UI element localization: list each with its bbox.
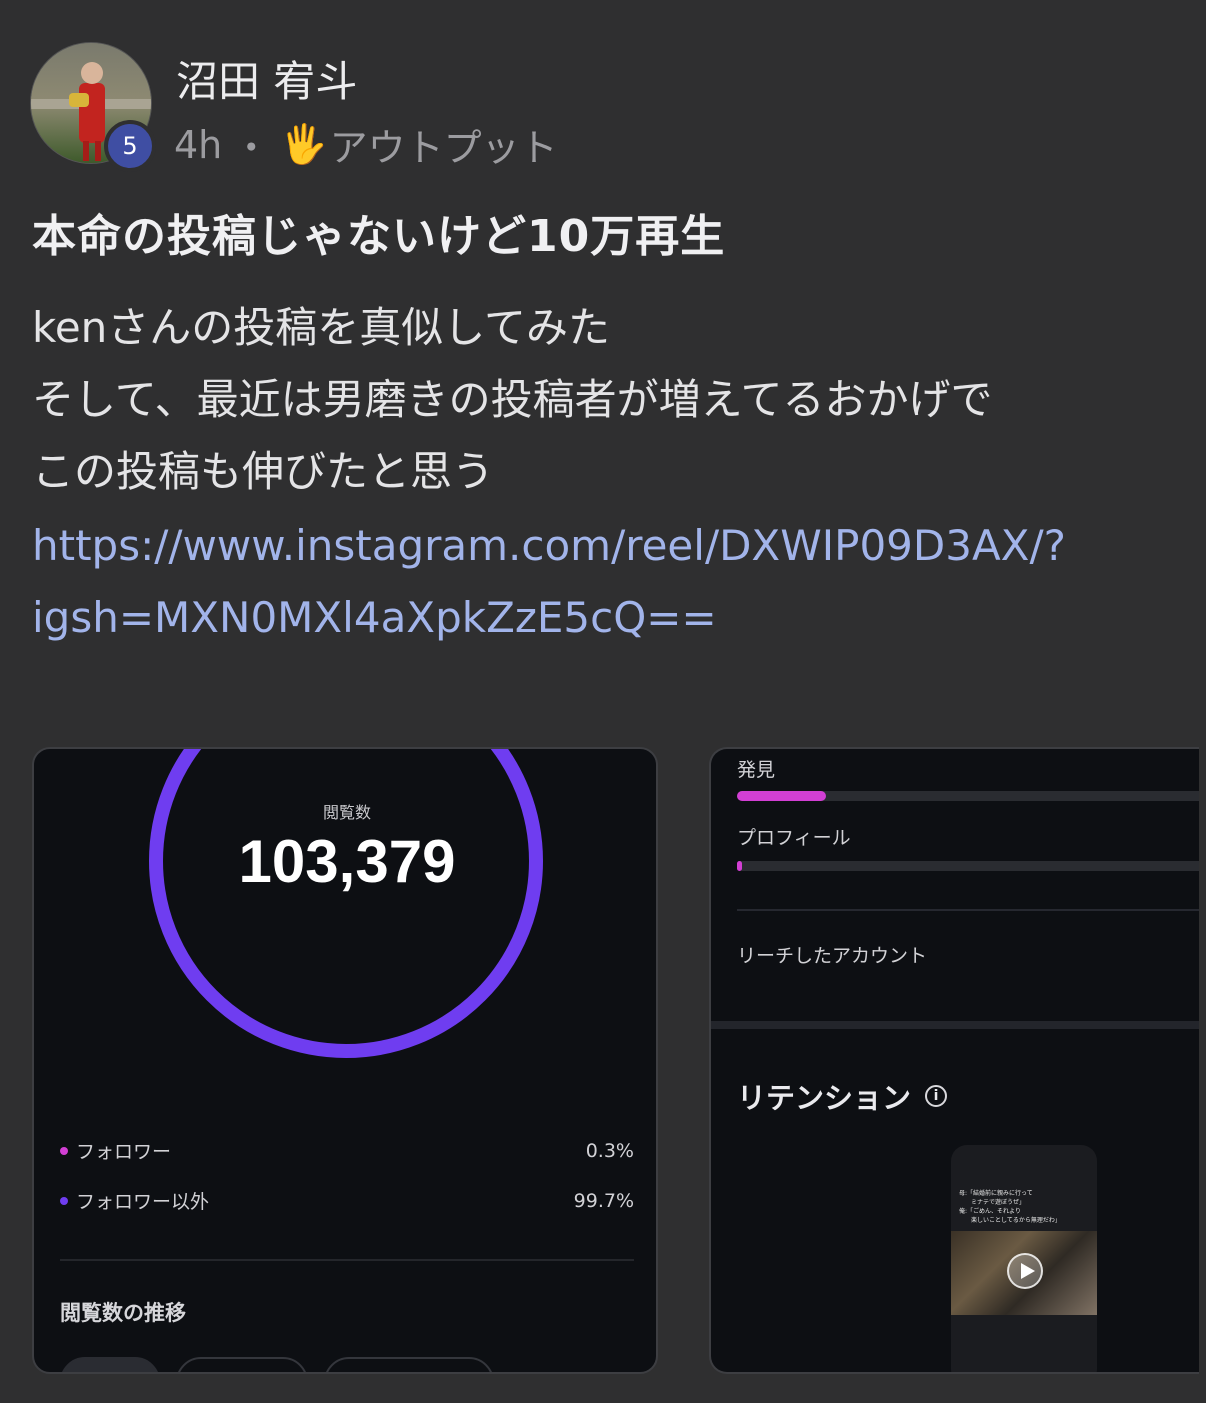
legend-label: フォロワー [76,1141,172,1163]
followers-bullet [60,1146,68,1155]
post-body: kenさんの投稿を真似してみた そして、最近は男磨きの投稿者が増えてるおかげで … [32,292,993,508]
range-pill[interactable] [176,1357,308,1372]
divider [60,1259,634,1261]
link-line: igsh=MXN0MXl4aXpkZzE5cQ== [32,593,717,642]
non-followers-bullet [60,1196,68,1205]
divider [737,909,1199,911]
discover-bar [737,791,1199,801]
discover-bar-fill [737,791,827,801]
post-time: 4h [174,122,223,167]
profile-label: プロフィール [737,827,851,849]
profile-bar-fill [737,861,742,871]
legend-value: 0.3% [585,1139,634,1162]
views-label: 閲覧数 [322,803,371,822]
reached-accounts-label: リーチしたアカウント [737,945,928,967]
legend-non-followers: フォロワー以外 99.7% [60,1187,634,1214]
insights-image[interactable]: 閲覧数 103,379 フォロワー 0.3% フォロワー以外 99.7% 閲覧数… [32,747,658,1374]
profile-bar [737,861,1199,871]
trend-title: 閲覧数の推移 [60,1301,186,1325]
thumbnail-video [951,1231,1097,1315]
discover-label: 発見 [737,759,776,781]
reach-image[interactable]: 発見 プロフィール リーチしたアカウント リテンション i 母:「結婚前に親みに… [709,747,1199,1374]
range-pill[interactable] [324,1357,494,1372]
views-value: 103,379 [238,828,456,895]
post-title: 本命の投稿じゃないけど10万再生 [32,211,726,262]
play-icon[interactable] [1007,1253,1043,1289]
range-pill[interactable] [60,1357,160,1372]
post-category[interactable]: アウトプット [330,117,558,172]
caption-line: 母:「結婚前に親みに行って [959,1190,1033,1197]
legend-value: 99.7% [573,1189,634,1212]
body-line: kenさんの投稿を真似してみた [32,303,611,352]
level-badge: 5 [104,120,156,172]
author-name[interactable]: 沼田 宥斗 [176,48,357,109]
post-card: 5 沼田 宥斗 4h ・ 🖐 アウトプット 本命の投稿じゃないけど10万再生 k… [0,0,1206,1403]
instagram-link[interactable]: https://www.instagram.com/reel/DXWIP09D3… [32,510,1066,654]
legend-label: フォロワー以外 [76,1191,210,1213]
body-line: この投稿も伸びたと思う [32,447,495,496]
meta-separator: ・ [232,126,271,170]
post-meta: 4h ・ 🖐 アウトプット [174,117,558,172]
retention-title: リテンション i [737,1075,948,1117]
caption-line: 楽しいことしてるから無理だわ」 [959,1217,1061,1224]
caption-line: 俺:「ごめん、それより [959,1208,1021,1215]
reel-thumbnail[interactable]: 母:「結婚前に親みに行って ミナテで遊ぼうぜ」 俺:「ごめん、それより 楽しいこ… [951,1145,1097,1372]
link-line: https://www.instagram.com/reel/DXWIP09D3… [32,521,1066,570]
hand-wave-icon: 🖐 [280,122,328,166]
section-divider [711,1021,1199,1029]
info-icon[interactable]: i [925,1085,948,1107]
retention-label: リテンション [737,1081,912,1115]
body-line: そして、最近は男磨きの投稿者が増えてるおかげで [32,375,993,424]
caption-line: ミナテで遊ぼうぜ」 [959,1199,1026,1206]
author-avatar-wrap[interactable]: 5 [30,42,156,172]
thumbnail-caption: 母:「結婚前に親みに行って ミナテで遊ぼうぜ」 俺:「ごめん、それより 楽しいこ… [959,1189,1091,1225]
legend-followers: フォロワー 0.3% [60,1137,634,1164]
